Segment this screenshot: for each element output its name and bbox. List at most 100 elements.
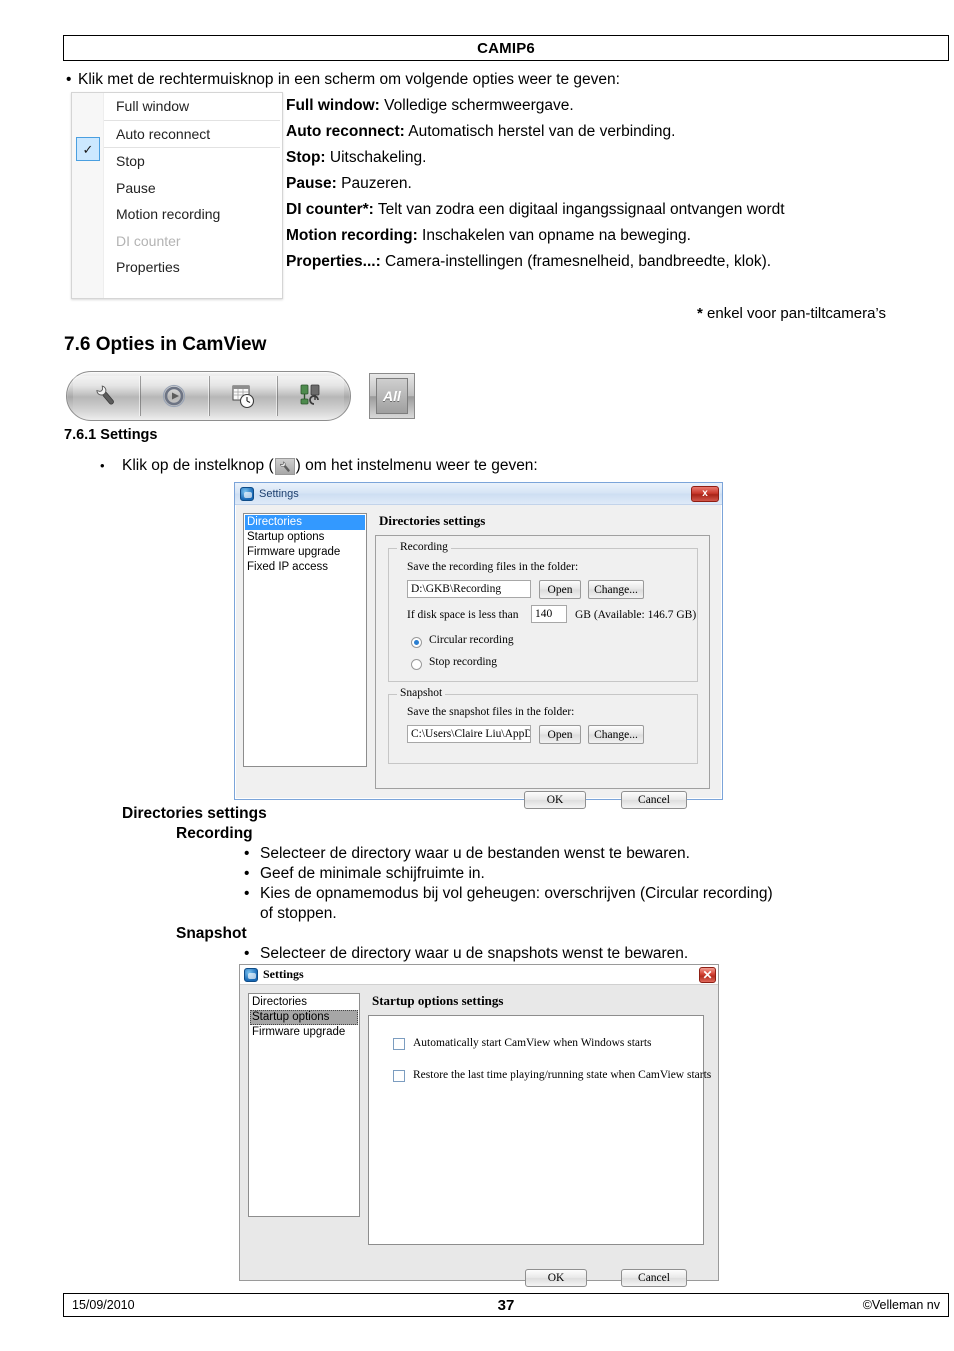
explanation-item: • Geef de minimale schijfruimte in. — [244, 864, 952, 884]
radio-stop-label: Stop recording — [429, 656, 498, 668]
dialog-title: Settings — [259, 487, 299, 500]
panel-frame: Automatically start CamView when Windows… — [368, 1015, 711, 1245]
explanation-item-text: Geef de minimale schijfruimte in. — [260, 865, 485, 882]
app-icon — [240, 486, 254, 501]
explanation-item: • Selecteer de directory waar u de bestan… — [244, 844, 952, 864]
option-term: Auto reconnect: — [286, 123, 405, 140]
all-button[interactable]: All — [369, 373, 415, 419]
document-page: CAMIP6 • Klik met de rechtermuisknop in e… — [0, 0, 954, 1351]
radio-circular-label: Circular recording — [429, 634, 514, 646]
menu-item-motion-recording[interactable]: Motion recording — [104, 201, 282, 228]
page-header-title: CAMIP6 — [477, 39, 535, 57]
recording-group: Recording Save the recording files in th… — [388, 541, 698, 682]
sidebar-item-directories[interactable]: Directories — [245, 515, 365, 530]
option-auto-reconnect: Auto reconnect: Automatisch herstel van … — [286, 119, 946, 145]
option-desc: Inschakelen van opname na beweging. — [417, 227, 691, 244]
close-icon[interactable]: ✕ — [699, 966, 716, 983]
checkbox-autostart[interactable] — [393, 1038, 405, 1050]
menu-item-label: DI counter — [116, 232, 181, 249]
footnote: * enkel voor pan-tiltcamera’s — [697, 305, 886, 322]
option-descriptions: Full window: Volledige schermweergave. A… — [286, 93, 946, 275]
bullet-glyph: • — [244, 845, 250, 862]
cancel-button[interactable]: Cancel — [621, 1269, 687, 1287]
panel-title: Directories settings — [379, 513, 486, 528]
recording-change-button[interactable]: Change... — [588, 580, 644, 599]
panel-frame: Recording Save the recording files in th… — [375, 535, 710, 789]
directories-settings-panel: Directories settings Recording Save the … — [375, 513, 710, 789]
wrench-icon — [274, 457, 295, 475]
intro-bullet-line: • Klik met de rechtermuisknop in een sche… — [66, 70, 946, 90]
sidebar-item-startup-options[interactable]: Startup options — [245, 530, 365, 545]
dialog-title-bar[interactable]: Settings x — [235, 483, 722, 505]
wrench-icon[interactable] — [73, 376, 141, 416]
explanation-heading-recording: Recording — [176, 825, 253, 842]
footer-copyright: ©Velleman nv — [862, 1298, 940, 1312]
bullet-glyph: • — [66, 71, 72, 88]
settings-dialog-directories[interactable]: Settings x Directories Startup options F… — [234, 482, 723, 809]
menu-item-properties[interactable]: Properties — [104, 254, 282, 281]
bullet-glyph: • — [244, 885, 250, 902]
menu-item-di-counter: DI counter — [104, 228, 282, 255]
panel-title: Startup options settings — [372, 993, 504, 1008]
snapshot-folder-input[interactable]: C:\Users\Claire Liu\AppData\Roaming\C: — [407, 725, 531, 743]
section-heading: 7.6 Opties in CamView — [64, 334, 267, 355]
option-di-counter: DI counter*: Telt van zodra een digitaal… — [286, 197, 946, 223]
ok-button[interactable]: OK — [525, 1269, 587, 1287]
menu-item-label: Full window — [116, 98, 190, 115]
schedule-icon[interactable] — [208, 376, 277, 416]
intro-text: Klik met de rechtermuisknop in een scher… — [78, 71, 620, 88]
menu-item-auto-reconnect[interactable]: Auto reconnect — [104, 121, 282, 148]
snapshot-change-button[interactable]: Change... — [588, 725, 644, 744]
settings-category-list[interactable]: Directories Startup options Firmware upg… — [248, 993, 360, 1217]
radio-circular-recording[interactable] — [411, 637, 422, 648]
menu-item-stop[interactable]: Stop — [104, 148, 282, 175]
checkbox-autostart-label: Automatically start CamView when Windows… — [413, 1037, 652, 1049]
snapshot-group: Snapshot Save the snapshot files in the … — [388, 687, 698, 764]
option-motion-recording: Motion recording: Inschakelen van opname… — [286, 223, 946, 249]
settings-dialog-startup-options[interactable]: Settings ✕ Directories Startup options F… — [239, 964, 719, 1287]
option-term: Stop: — [286, 149, 326, 166]
footer-page-number: 37 — [497, 1296, 515, 1314]
explanation-list: Directories settings Recording • Selectee… — [122, 804, 952, 964]
sidebar-item-firmware-upgrade[interactable]: Firmware upgrade — [245, 545, 365, 560]
subsection-heading: 7.6.1 Settings — [64, 427, 158, 443]
explanation-item-text: Selecteer de directory waar u de bestand… — [260, 845, 690, 862]
dialog-title-bar[interactable]: Settings ✕ — [240, 965, 718, 985]
disk-space-suffix: GB (Available: 146.7 GB) — [575, 609, 697, 621]
menu-item-full-window[interactable]: Full window — [104, 93, 282, 120]
recording-folder-input[interactable]: D:\GKB\Recording — [407, 580, 531, 598]
play-record-icon[interactable] — [140, 376, 209, 416]
menu-item-label: Stop — [116, 153, 145, 170]
toolbar-pill — [66, 371, 351, 421]
sidebar-item-startup-options[interactable]: Startup options — [250, 1010, 358, 1025]
option-term: Pause: — [286, 175, 337, 192]
menu-item-label: Properties — [116, 259, 180, 276]
snapshot-open-button[interactable]: Open — [539, 725, 581, 744]
bullet-glyph: • — [100, 458, 105, 473]
radio-stop-recording[interactable] — [411, 659, 422, 670]
context-menu[interactable]: ✓ Full window Auto reconnect Stop Pause … — [71, 92, 283, 299]
close-icon[interactable]: x — [691, 485, 719, 502]
menu-item-pause[interactable]: Pause — [104, 175, 282, 202]
sidebar-item-firmware-upgrade[interactable]: Firmware upgrade — [250, 1025, 358, 1040]
recording-folder-label: Save the recording files in the folder: — [407, 561, 579, 573]
page-header-box: CAMIP6 — [63, 35, 949, 61]
connection-icon[interactable] — [276, 376, 344, 416]
settings-category-list[interactable]: Directories Startup options Firmware upg… — [243, 513, 367, 767]
checkmark-icon: ✓ — [76, 137, 100, 161]
instruction-line: • Klik op de instelknop () om het instelm… — [100, 455, 800, 477]
explanation-item-continuation: of stoppen. — [260, 905, 337, 922]
all-button-label: All — [376, 378, 408, 414]
checkbox-restore-state-label: Restore the last time playing/running st… — [413, 1069, 712, 1081]
disk-space-input[interactable]: 140 — [531, 605, 567, 623]
option-term: Full window: — [286, 97, 380, 114]
sidebar-item-directories[interactable]: Directories — [250, 995, 358, 1010]
checkbox-restore-state[interactable] — [393, 1070, 405, 1082]
option-stop: Stop: Uitschakeling. — [286, 145, 946, 171]
option-pause: Pause: Pauzeren. — [286, 171, 946, 197]
sidebar-item-fixed-ip-access[interactable]: Fixed IP access — [245, 560, 365, 575]
explanation-item-text: Kies de opnamemodus bij vol geheugen: ov… — [260, 885, 773, 902]
dialog-body: Directories Startup options Firmware upg… — [235, 505, 722, 809]
recording-open-button[interactable]: Open — [539, 580, 581, 599]
snapshot-group-legend: Snapshot — [397, 687, 446, 699]
